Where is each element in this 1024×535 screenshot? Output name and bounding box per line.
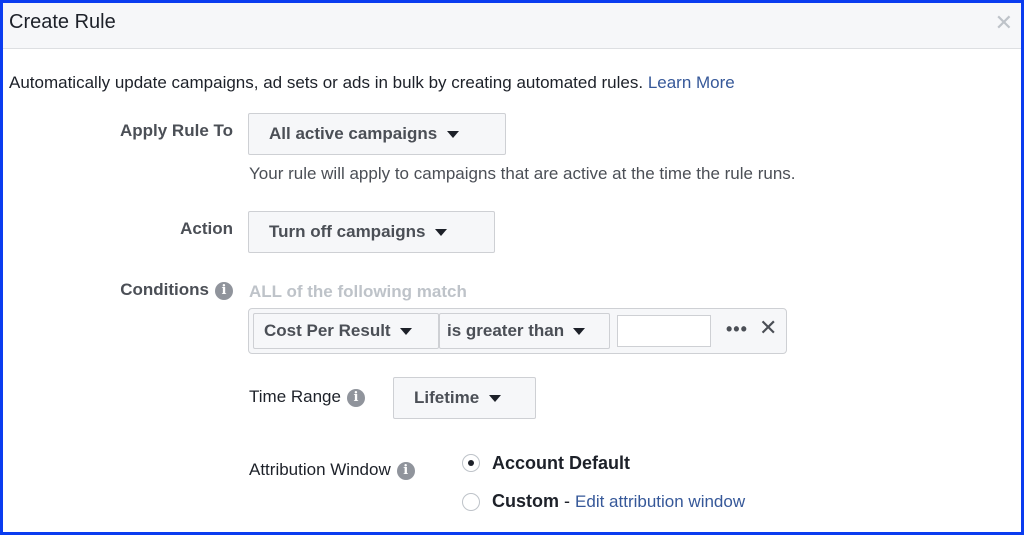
attribution-window-label-text: Attribution Window bbox=[249, 460, 391, 479]
attribution-window-label: Attribution Window i bbox=[249, 460, 415, 480]
action-value: Turn off campaigns bbox=[269, 222, 426, 241]
learn-more-link[interactable]: Learn More bbox=[648, 73, 735, 92]
custom-label[interactable]: Custom bbox=[492, 491, 559, 511]
radio-custom[interactable] bbox=[462, 493, 480, 511]
metric-value: Cost Per Result bbox=[264, 321, 391, 340]
apply-rule-dropdown[interactable]: All active campaigns bbox=[248, 113, 506, 155]
custom-option: Custom - Edit attribution window bbox=[492, 491, 745, 512]
operator-dropdown[interactable]: is greater than bbox=[439, 313, 610, 349]
radio-account-default[interactable] bbox=[462, 454, 480, 472]
intro-description: Automatically update campaigns, ad sets … bbox=[9, 73, 644, 92]
create-rule-dialog: Create Rule ✕ Automatically update campa… bbox=[0, 0, 1024, 535]
account-default-label[interactable]: Account Default bbox=[492, 453, 630, 474]
action-dropdown[interactable]: Turn off campaigns bbox=[248, 211, 495, 253]
close-icon[interactable]: ✕ bbox=[995, 12, 1013, 34]
separator: - bbox=[564, 491, 571, 511]
close-icon[interactable]: ✕ bbox=[759, 317, 777, 339]
apply-rule-helper: Your rule will apply to campaigns that a… bbox=[249, 164, 796, 183]
chevron-down-icon bbox=[447, 130, 460, 138]
edit-attribution-link[interactable]: Edit attribution window bbox=[575, 492, 745, 511]
operator-value: is greater than bbox=[447, 321, 565, 340]
match-hint: ALL of the following match bbox=[249, 282, 467, 301]
metric-dropdown[interactable]: Cost Per Result bbox=[253, 313, 439, 349]
info-icon[interactable]: i bbox=[215, 281, 233, 300]
condition-row: Cost Per Result is greater than ••• ✕ bbox=[248, 308, 787, 354]
apply-rule-label: Apply Rule To bbox=[119, 121, 233, 140]
dialog-title: Create Rule bbox=[9, 11, 116, 33]
chevron-down-icon bbox=[435, 228, 448, 236]
chevron-down-icon bbox=[573, 327, 586, 335]
dialog-header: Create Rule ✕ bbox=[3, 3, 1021, 49]
conditions-label: Conditions i bbox=[3, 280, 233, 300]
chevron-down-icon bbox=[399, 327, 412, 335]
action-label: Action bbox=[180, 219, 233, 238]
info-icon[interactable]: i bbox=[346, 388, 365, 407]
conditions-label-text: Conditions bbox=[120, 280, 209, 299]
time-range-label-text: Time Range bbox=[249, 387, 341, 406]
ellipsis-icon[interactable]: ••• bbox=[726, 320, 748, 338]
chevron-down-icon bbox=[489, 394, 502, 402]
condition-value-input[interactable] bbox=[617, 315, 711, 347]
apply-rule-value: All active campaigns bbox=[269, 124, 438, 143]
intro-text: Automatically update campaigns, ad sets … bbox=[9, 73, 735, 93]
time-range-dropdown[interactable]: Lifetime bbox=[393, 377, 536, 419]
time-range-value: Lifetime bbox=[414, 388, 480, 407]
time-range-label: Time Range i bbox=[249, 387, 365, 407]
info-icon[interactable]: i bbox=[396, 461, 415, 480]
